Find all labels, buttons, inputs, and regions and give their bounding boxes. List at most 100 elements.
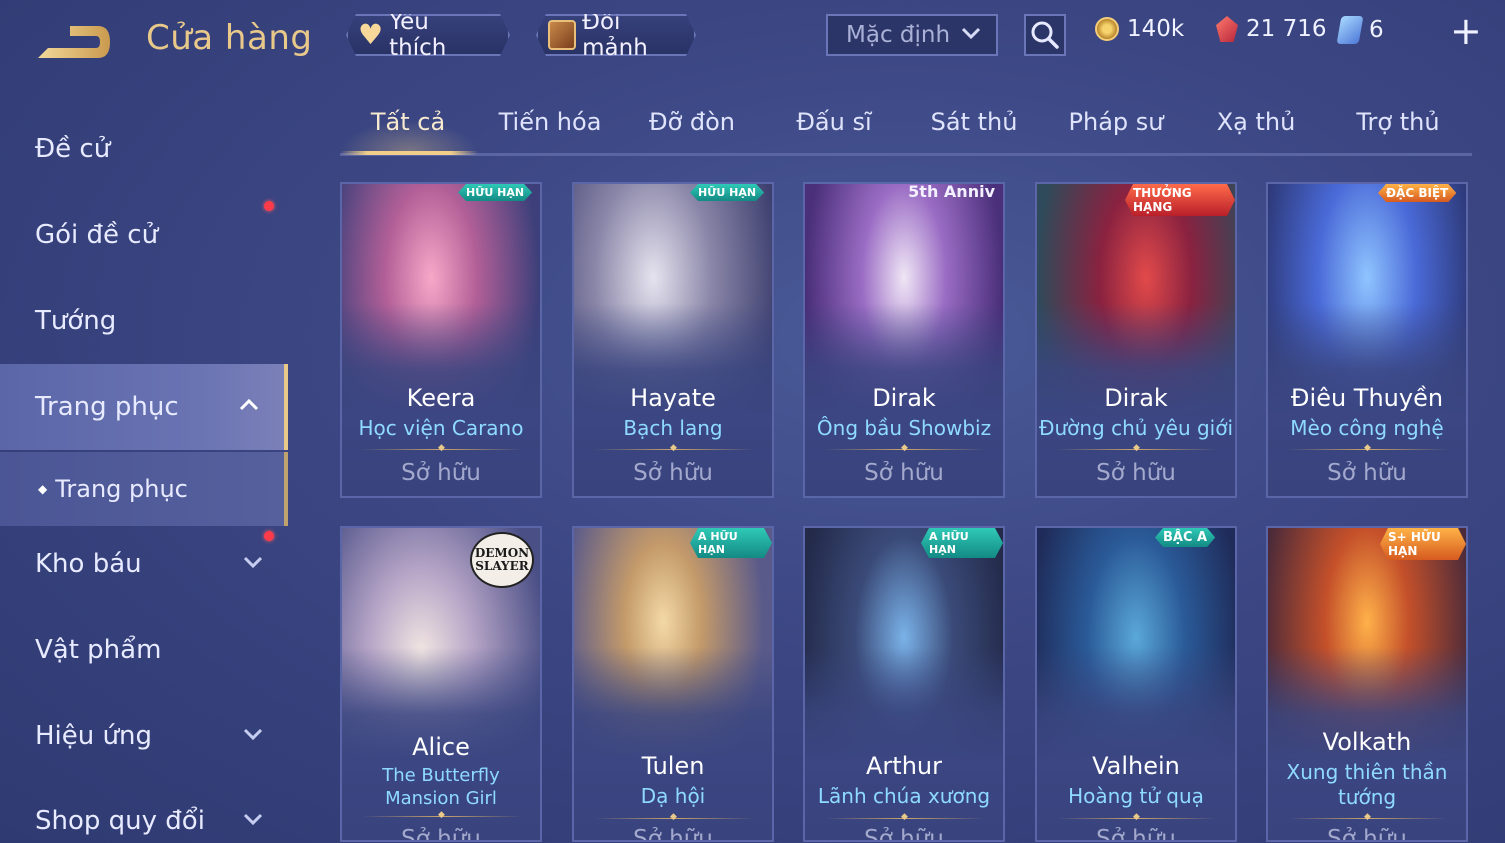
skin-card[interactable]: THƯỞNG HẠNG Dirak Đường chủ yêu giới Sở … (1035, 182, 1237, 498)
owned-status: Sở hữu (633, 826, 713, 842)
skin-card[interactable]: DEMON SLAYER Alice The Butterfly Mansion… (340, 526, 542, 842)
voucher-balance: 6 (1336, 16, 1384, 44)
favorites-label: Yêu thích (389, 9, 447, 61)
divider (1288, 443, 1448, 453)
owned-status: Sở hữu (1096, 826, 1176, 842)
chest-icon (548, 20, 576, 50)
ruby-balance: 21 716 (1216, 16, 1326, 42)
ruby-amount: 21 716 (1246, 16, 1327, 42)
sidebar-item-skins[interactable]: Trang phục (0, 364, 288, 450)
chevron-down-icon (242, 723, 264, 750)
gold-coin-icon (1095, 17, 1119, 41)
sidebar-item-label: Gói đề cử (35, 220, 159, 250)
gold-amount: 140k (1127, 16, 1185, 42)
search-button[interactable] (1024, 14, 1066, 56)
hero-name: Dirak (872, 384, 936, 412)
tab-all[interactable]: Tất cả (371, 108, 445, 136)
sidebar-item-label: Shop quy đổi (35, 806, 205, 836)
role-tabs: Tất cả Tiến hóa Đỡ đòn Đấu sĩ Sát thủ Ph… (340, 100, 1472, 156)
sidebar-item-label: Đề cử (35, 134, 111, 164)
divider (1288, 812, 1448, 822)
tab-fighter[interactable]: Đấu sĩ (796, 108, 871, 136)
voucher-amount: 6 (1369, 17, 1384, 43)
skin-card[interactable]: S+ HỮU HẠN Volkath Xung thiên thần tướng… (1266, 526, 1468, 842)
limited-badge: HỮU HẠN (690, 184, 764, 201)
back-arrow-icon (38, 26, 110, 58)
gold-balance: 140k (1095, 16, 1184, 42)
notification-dot (264, 201, 274, 211)
diamond-bullet-icon: ◆ (38, 482, 48, 496)
sidebar-item-label: Kho báu (35, 549, 142, 579)
skin-card[interactable]: HỮU HẠN Hayate Bạch lang Sở hữu (572, 182, 774, 498)
rank-badge: BẬC A (1155, 528, 1215, 547)
sidebar-item-items[interactable]: Vật phẩm (0, 607, 288, 693)
hero-name: Alice (412, 733, 470, 761)
skin-card[interactable]: A HỮU HẠN Arthur Lãnh chúa xương Sở hữu (803, 526, 1005, 842)
chevron-down-icon (242, 808, 264, 835)
sidebar-item-exchange-shop[interactable]: Shop quy đổi (0, 778, 288, 843)
card-shade (574, 646, 772, 840)
hero-name: Volkath (1322, 728, 1412, 756)
chevron-down-icon (242, 551, 264, 578)
exchange-label: Đổi mảnh (582, 9, 648, 61)
sidebar-subitem-skins[interactable]: ◆ Trang phục (0, 452, 288, 526)
sidebar-item-heroes[interactable]: Tướng (0, 278, 288, 364)
sidebar-item-recommended[interactable]: Đề cử (0, 106, 288, 192)
owned-status: Sở hữu (1096, 460, 1176, 486)
limited-badge: A HỮU HẠN (690, 528, 772, 558)
skin-card[interactable]: ĐẶC BIỆT Điêu Thuyền Mèo công nghệ Sở hữ… (1266, 182, 1468, 498)
skin-name: Hoàng tử quạ (1068, 784, 1204, 808)
top-bar: Cửa hàng ♥ Yêu thích Đổi mảnh Mặc định 1… (0, 0, 1505, 80)
tab-support[interactable]: Trợ thủ (1356, 108, 1439, 136)
sort-dropdown[interactable]: Mặc định (826, 14, 998, 56)
card-shade (1037, 646, 1235, 840)
sidebar-item-recommended-packs[interactable]: Gói đề cử (0, 192, 288, 278)
tab-evolution[interactable]: Tiến hóa (499, 108, 602, 136)
limited-badge: A HỮU HẠN (921, 528, 1003, 558)
tab-mage[interactable]: Pháp sư (1069, 108, 1164, 136)
anniversary-badge: 5th Anniv (908, 182, 995, 201)
sidebar: Đề cử Gói đề cử Tướng Trang phục ◆ Trang… (0, 100, 290, 843)
owned-status: Sở hữu (401, 826, 481, 842)
demon-slayer-logo: DEMON SLAYER (470, 532, 534, 588)
owned-status: Sở hữu (864, 826, 944, 842)
sidebar-item-treasure[interactable]: Kho báu (0, 521, 288, 607)
sidebar-item-effects[interactable]: Hiệu ứng (0, 693, 288, 779)
skin-card[interactable]: HỮU HẠN Keera Học viện Carano Sở hữu (340, 182, 542, 498)
divider (594, 812, 754, 822)
skin-card[interactable]: BẬC A Valhein Hoàng tử quạ Sở hữu (1035, 526, 1237, 842)
hero-name: Hayate (630, 384, 716, 412)
tab-assassin[interactable]: Sát thủ (931, 108, 1018, 136)
sort-value: Mặc định (846, 22, 951, 48)
exchange-fragments-button[interactable]: Đổi mảnh (536, 14, 696, 56)
skin-card[interactable]: A HỮU HẠN Tulen Dạ hội Sở hữu (572, 526, 774, 842)
back-button[interactable] (30, 18, 120, 66)
skin-name: Mèo công nghệ (1290, 416, 1444, 440)
heart-icon: ♥ (358, 18, 384, 51)
skin-name: Ông bầu Showbiz (816, 416, 992, 440)
chevron-up-icon (238, 394, 260, 421)
owned-status: Sở hữu (1327, 826, 1407, 842)
add-currency-button[interactable]: + (1450, 12, 1482, 50)
plus-icon: + (1450, 9, 1482, 53)
divider (594, 443, 754, 453)
sidebar-item-label: Vật phẩm (35, 635, 162, 665)
voucher-icon (1336, 16, 1364, 44)
hero-name: Keera (406, 384, 476, 412)
tab-marksman[interactable]: Xạ thủ (1217, 108, 1296, 136)
owned-status: Sở hữu (633, 460, 713, 486)
sidebar-subitem-label: Trang phục (55, 475, 188, 503)
owned-status: Sở hữu (401, 460, 481, 486)
tab-tank[interactable]: Đỡ đòn (649, 108, 735, 136)
skin-name: The Butterfly Mansion Girl (382, 765, 500, 809)
hero-name: Valhein (1092, 752, 1180, 780)
owned-status: Sở hữu (1327, 460, 1407, 486)
sidebar-item-label: Tướng (35, 306, 117, 336)
page-title: Cửa hàng (146, 18, 313, 58)
favorites-button[interactable]: ♥ Yêu thích (346, 14, 510, 56)
skin-name: Học viện Carano (358, 416, 524, 440)
reward-rank-badge: THƯỞNG HẠNG (1125, 184, 1235, 216)
skin-card[interactable]: 5th Anniv Dirak Ông bầu Showbiz Sở hữu (803, 182, 1005, 498)
divider (362, 443, 522, 453)
notification-dot (264, 531, 274, 541)
